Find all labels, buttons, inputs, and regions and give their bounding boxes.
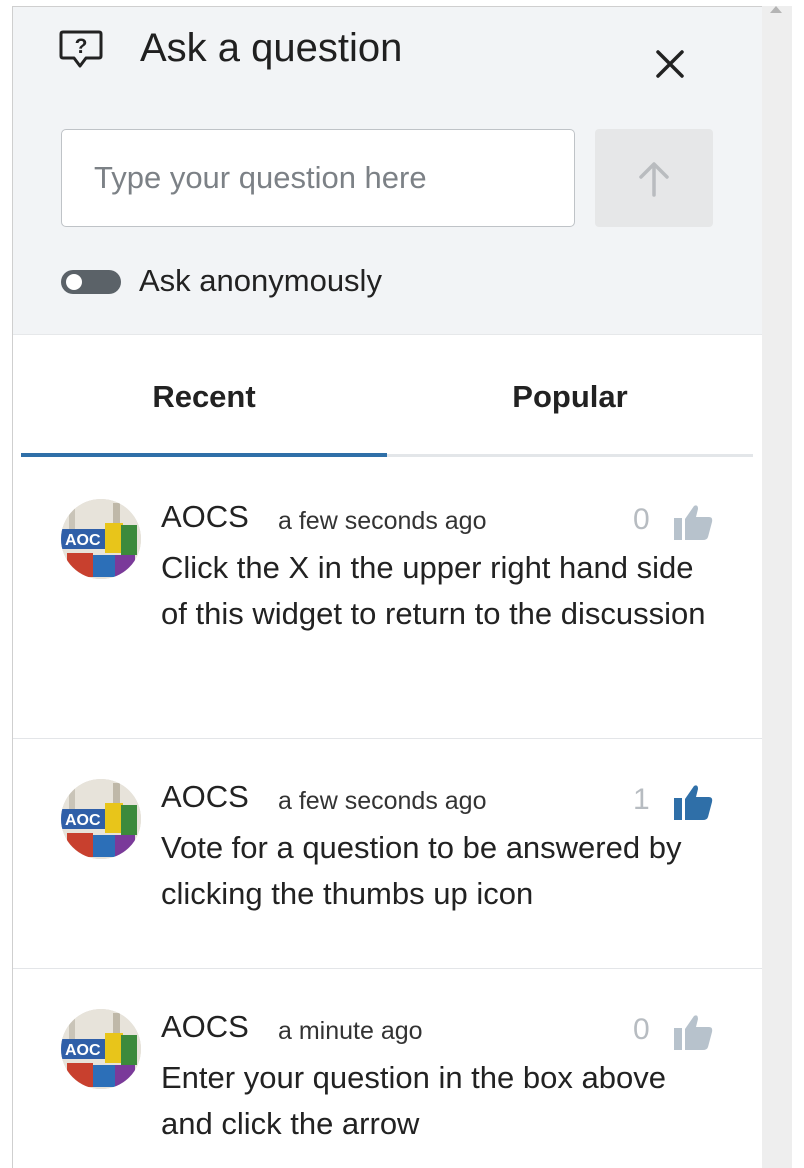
question-sort-tabs: Recent Popular [21, 335, 753, 459]
vote-count: 0 [633, 503, 650, 536]
question-author: AOCS [161, 1009, 249, 1044]
question-bubble-icon: ? [59, 29, 103, 69]
avatar: AOC [61, 1009, 141, 1089]
scrollbar[interactable] [762, 6, 792, 1168]
widget-title: Ask a question [140, 26, 403, 70]
question-author: AOCS [161, 499, 249, 534]
question-timestamp: a few seconds ago [278, 507, 487, 535]
ask-question-widget: ? Ask a question Ask anonymously Recent … [12, 6, 762, 1168]
question-timestamp: a few seconds ago [278, 787, 487, 815]
vote-count: 1 [633, 783, 650, 816]
question-timestamp: a minute ago [278, 1017, 423, 1045]
ask-anonymously-toggle[interactable] [61, 270, 121, 294]
svg-text:AOC: AOC [65, 1042, 101, 1059]
question-input[interactable] [61, 129, 575, 227]
thumbs-up-icon[interactable] [673, 783, 713, 821]
submit-question-button[interactable] [595, 129, 713, 227]
question-author: AOCS [161, 779, 249, 814]
arrow-up-icon [639, 162, 669, 197]
question-item: AOC AOCS a minute ago 0 Enter your quest… [13, 969, 762, 1168]
avatar: AOC [61, 779, 141, 859]
scroll-up-arrow-icon[interactable] [770, 6, 782, 13]
toggle-knob [66, 274, 82, 290]
question-text: Vote for a question to be answered by cl… [161, 830, 682, 911]
question-list: AOC AOCS a few seconds ago 0 Click the X… [13, 459, 762, 1168]
question-form-header: ? Ask a question Ask anonymously [13, 7, 762, 335]
avatar: AOC [61, 499, 141, 579]
thumbs-up-icon[interactable] [673, 503, 713, 541]
svg-text:?: ? [75, 35, 88, 58]
tab-active-indicator [21, 453, 387, 457]
thumbs-up-icon[interactable] [673, 1013, 713, 1051]
tab-popular[interactable]: Popular [387, 335, 753, 459]
question-text: Enter your question in the box above and… [161, 1060, 666, 1141]
question-item: AOC AOCS a few seconds ago 0 Click the X… [13, 459, 762, 739]
close-icon[interactable] [653, 47, 687, 81]
svg-text:AOC: AOC [65, 532, 101, 549]
vote-count: 0 [633, 1013, 650, 1046]
question-text: Click the X in the upper right hand side… [161, 550, 706, 631]
ask-anonymously-label: Ask anonymously [139, 263, 382, 298]
svg-text:AOC: AOC [65, 812, 101, 829]
tab-recent[interactable]: Recent [21, 335, 387, 459]
question-item: AOC AOCS a few seconds ago 1 Vote for a … [13, 739, 762, 969]
